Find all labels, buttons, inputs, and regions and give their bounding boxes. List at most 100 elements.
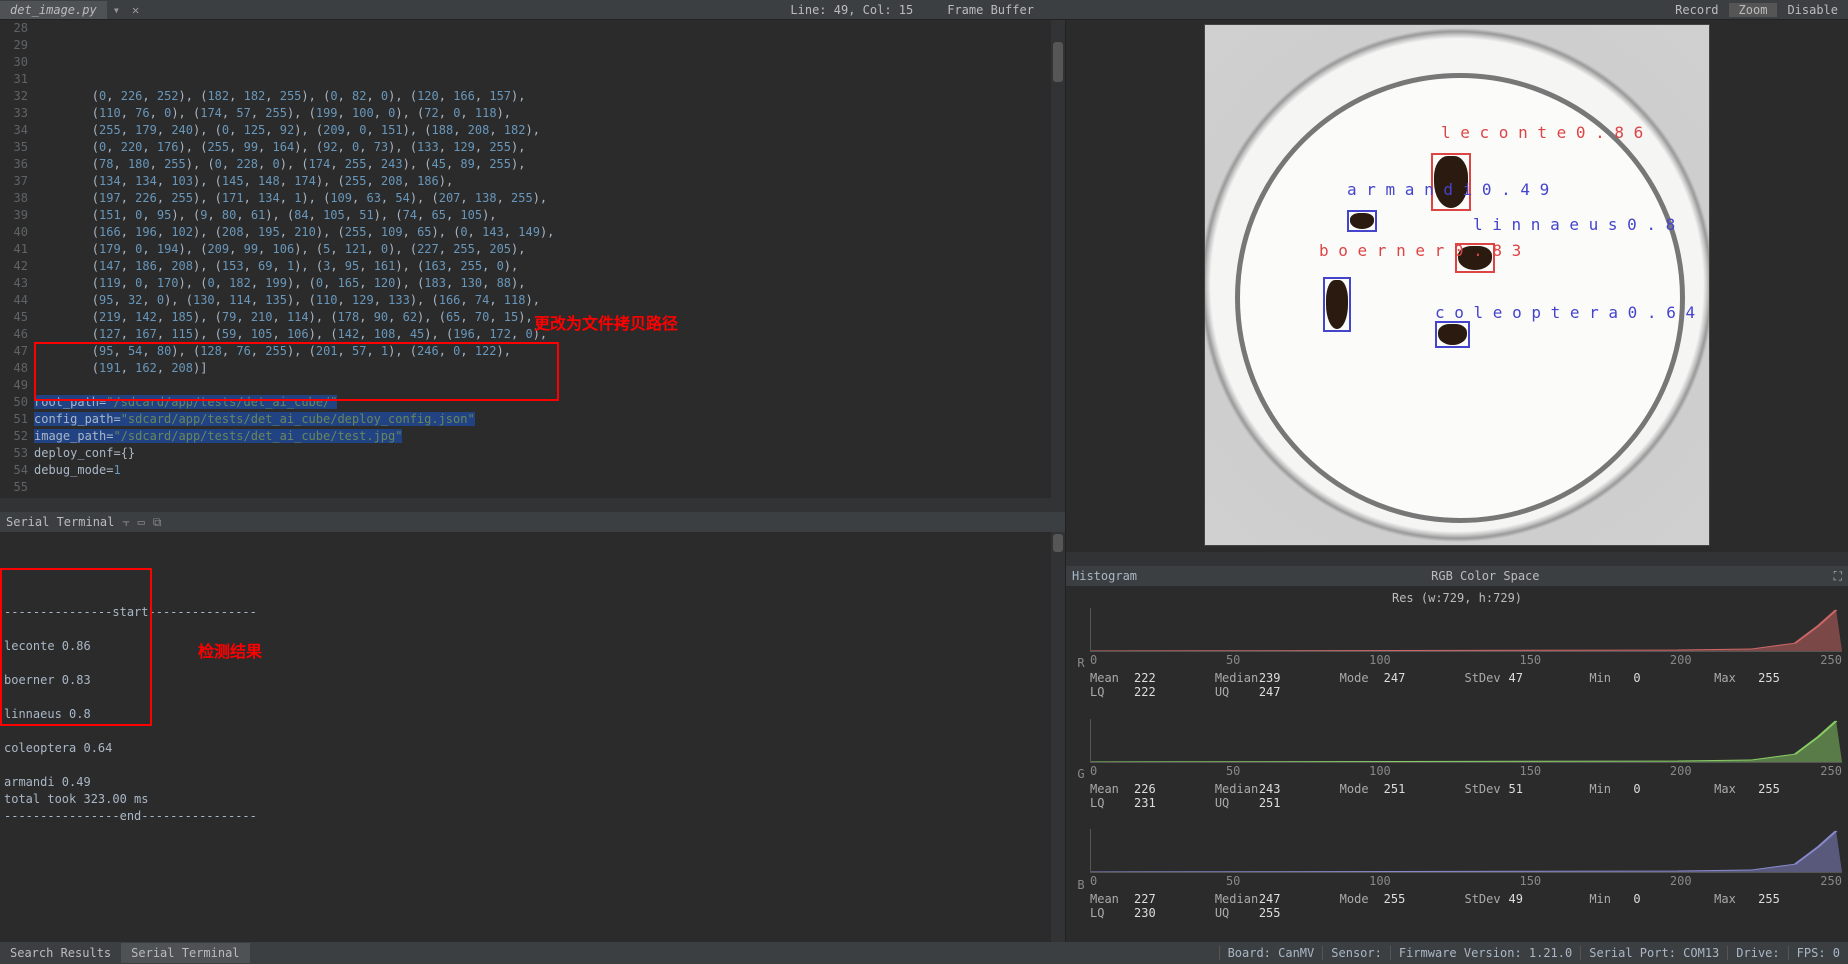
code-editor[interactable]: 2829303132333435363738394041424344454647… [0,20,1065,498]
tab-close-icon[interactable]: ✕ [126,3,145,17]
code-line[interactable]: (78, 180, 255), (0, 228, 0), (174, 255, … [34,156,1051,173]
hist-stat-val: 226 [1134,782,1156,796]
line-number: 54 [0,462,28,479]
hist-tick: 100 [1369,764,1391,778]
code-line[interactable]: (179, 0, 194), (209, 99, 106), (5, 121, … [34,241,1051,258]
hist-stat-val: 222 [1134,671,1156,685]
hist-channel-label: R [1072,608,1090,719]
hist-plot[interactable] [1090,719,1842,763]
terminal-header: Serial Terminal ⫟ ▭ ⧉ [0,512,1065,532]
histogram-expand-icon[interactable]: ⛶ [1834,569,1842,584]
code-line[interactable]: (0, 220, 176), (255, 99, 164), (92, 0, 7… [34,139,1051,156]
serial-terminal[interactable]: 检测结果 ---------------start---------------… [0,532,1065,942]
detection-label: c o l e o p t e r a 0 . 6 4 [1435,303,1695,322]
hist-stat-val: 222 [1134,685,1156,699]
code-line[interactable]: (0, 226, 252), (182, 182, 255), (0, 82, … [34,88,1051,105]
status-fps: FPS: 0 [1788,946,1848,960]
code-line[interactable]: (255, 179, 240), (0, 125, 92), (209, 0, … [34,122,1051,139]
status-serial-port: Serial Port: COM13 [1580,946,1727,960]
code-line[interactable]: root_path="/sdcard/app/tests/det_ai_cube… [34,394,1051,411]
line-number: 48 [0,360,28,377]
detection-label: b o e r n e r 0 . 8 3 [1319,241,1521,260]
histogram-panel: Res (w:729, h:729) R 050100150200250 Mea… [1066,586,1848,942]
terminal-line: ----------------end---------------- [4,808,1047,825]
editor-scrollbar-horizontal[interactable] [0,498,1065,512]
terminal-line [4,723,1047,740]
code-line[interactable]: deploy_conf={} [34,445,1051,462]
framebuffer-view[interactable]: l e c o n t e 0 . 8 6a r m a n d i 0 . 4… [1066,20,1848,552]
editor-tab[interactable]: det_image.py [0,1,107,19]
tab-serial-terminal[interactable]: Serial Terminal [121,943,249,963]
line-number: 33 [0,105,28,122]
hist-stat-key: Min [1589,892,1633,906]
terminal-clear-icon[interactable]: ▭ [138,515,145,529]
record-button[interactable]: Record [1665,3,1728,17]
line-number: 28 [0,20,28,37]
terminal-line: leconte 0.86 [4,638,1047,655]
tab-dropdown-icon[interactable]: ▾ [107,3,126,17]
code-line[interactable]: (119, 0, 170), (0, 182, 199), (0, 165, 1… [34,275,1051,292]
code-line[interactable]: (191, 162, 208)] [34,360,1051,377]
line-number: 41 [0,241,28,258]
disable-button[interactable]: Disable [1777,3,1848,17]
line-number: 55 [0,479,28,496]
histogram-resolution: Res (w:729, h:729) [1072,588,1842,608]
code-line[interactable]: (110, 76, 0), (174, 57, 255), (199, 100,… [34,105,1051,122]
code-line[interactable]: "kw">class ScopedTiming: [34,496,1051,498]
code-line[interactable]: (197, 226, 255), (171, 134, 1), (109, 63… [34,190,1051,207]
code-line[interactable]: (95, 54, 80), (128, 76, 255), (201, 57, … [34,343,1051,360]
code-line[interactable]: (95, 32, 0), (130, 114, 135), (110, 129,… [34,292,1051,309]
code-line[interactable]: image_path="/sdcard/app/tests/det_ai_cub… [34,428,1051,445]
tab-search-results[interactable]: Search Results [0,943,121,963]
histogram-colorspace[interactable]: RGB Color Space [1137,569,1834,583]
hist-tick: 200 [1670,764,1692,778]
result-annotation: 检测结果 [198,644,262,661]
hist-tick: 250 [1820,874,1842,888]
hist-stat-key: StDev [1464,892,1508,906]
code-line[interactable]: (166, 196, 102), (208, 195, 210), (255, … [34,224,1051,241]
line-number: 40 [0,224,28,241]
hist-channel-G: G 050100150200250 Mean226Median243Mode25… [1072,719,1842,830]
hist-channel-B: B 050100150200250 Mean227Median247Mode25… [1072,829,1842,940]
hist-stat-key: UQ [1215,796,1259,810]
line-number: 29 [0,37,28,54]
detection-label: l i n n a e u s 0 . 8 [1473,215,1675,234]
line-number: 38 [0,190,28,207]
terminal-split-icon[interactable]: ⫟ [122,515,129,530]
code-line[interactable]: (147, 186, 208), (153, 69, 1), (3, 95, 1… [34,258,1051,275]
hist-stat-key: Max [1714,671,1758,685]
line-number: 36 [0,156,28,173]
hist-stat-val: 251 [1384,782,1406,796]
hist-tick: 0 [1090,764,1097,778]
hist-stat-val: 49 [1508,892,1522,906]
path-annotation: 更改为文件拷贝路径 [534,316,678,333]
hist-stat-val: 227 [1134,892,1156,906]
hist-plot[interactable] [1090,608,1842,652]
status-drive: Drive: [1727,946,1787,960]
line-number: 50 [0,394,28,411]
framebuffer-scrollbar-horizontal[interactable] [1066,552,1848,566]
hist-stat-val: 239 [1259,671,1281,685]
hist-stat-key: Min [1589,782,1633,796]
hist-plot[interactable] [1090,829,1842,873]
hist-stat-val: 255 [1758,671,1780,685]
code-line[interactable]: (151, 0, 95), (9, 80, 61), (84, 105, 51)… [34,207,1051,224]
bottom-tab-bar: Search Results Serial Terminal Board: Ca… [0,942,1848,964]
hist-stat-key: Max [1714,782,1758,796]
editor-scrollbar-vertical[interactable] [1051,20,1065,498]
code-line[interactable]: (134, 134, 103), (145, 148, 174), (255, … [34,173,1051,190]
hist-stat-key: StDev [1464,782,1508,796]
code-line[interactable] [34,377,1051,394]
code-line[interactable]: config_path="sdcard/app/tests/det_ai_cub… [34,411,1051,428]
terminal-copy-icon[interactable]: ⧉ [153,515,162,530]
line-number: 43 [0,275,28,292]
line-number: 35 [0,139,28,156]
hist-axis: 050100150200250 [1090,764,1842,780]
code-line[interactable]: debug_mode=1 [34,462,1051,479]
line-number: 46 [0,326,28,343]
code-line[interactable] [34,479,1051,496]
line-number: 39 [0,207,28,224]
hist-tick: 250 [1820,653,1842,667]
zoom-button[interactable]: Zoom [1729,3,1778,17]
terminal-scrollbar-vertical[interactable] [1051,532,1065,942]
